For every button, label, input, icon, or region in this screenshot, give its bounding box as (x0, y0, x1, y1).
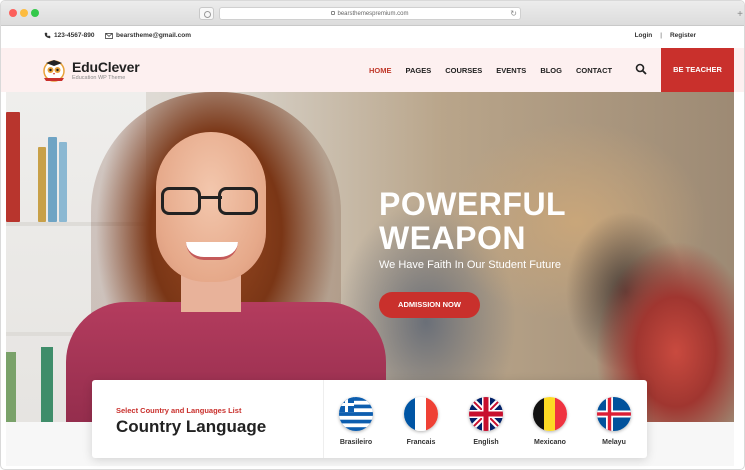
nav-contact[interactable]: CONTACT (576, 66, 612, 75)
language-melayu[interactable]: Melayu (584, 439, 644, 446)
site-header: EduClever Education WP Theme HOME PAGES … (1, 48, 744, 92)
phone-icon (44, 32, 51, 39)
hero-subtitle: We Have Faith In Our Student Future (379, 259, 561, 271)
logo-tagline: Education WP Theme (72, 75, 126, 81)
contact-topbar: 123-4567-890 bearstheme@gmail.com Login … (1, 26, 744, 48)
greece-flag-icon[interactable] (339, 397, 373, 431)
new-tab-icon[interactable]: + (737, 9, 743, 21)
language-card-title: Country Language (116, 417, 267, 436)
main-nav: HOME PAGES COURSES EVENTS BLOG CONTACT (369, 66, 612, 75)
hero-title-line2: WEAPON (379, 220, 526, 256)
account-separator: | (660, 32, 662, 39)
phone-contact[interactable]: 123-4567-890 (44, 32, 94, 39)
search-icon[interactable] (635, 63, 647, 75)
hero-banner: POWERFUL WEAPON We Have Faith In Our Stu… (6, 92, 734, 422)
phone-number: 123-4567-890 (54, 32, 95, 39)
browser-toolbar: bearsthemespremium.com ↻ + (1, 1, 744, 26)
mail-icon (105, 32, 113, 39)
language-selector-card: Select Country and Languages List Countr… (92, 380, 647, 458)
reload-icon[interactable]: ↻ (510, 8, 517, 20)
logo-name[interactable]: EduClever (72, 59, 140, 75)
email-contact[interactable]: bearstheme@gmail.com (105, 32, 191, 39)
account-links: Login | Register (635, 32, 696, 39)
language-english[interactable]: English (456, 439, 516, 446)
belgium-flag-icon[interactable] (533, 397, 567, 431)
uk-flag-icon[interactable] (469, 397, 503, 431)
lock-icon (331, 11, 336, 16)
close-window-button[interactable] (9, 9, 17, 17)
language-mexicano[interactable]: Mexicano (520, 439, 580, 446)
nav-blog[interactable]: BLOG (540, 66, 562, 75)
hero-title: POWERFUL WEAPON (379, 187, 566, 255)
nav-home[interactable]: HOME (369, 66, 392, 75)
address-bar[interactable]: bearsthemespremium.com ↻ (219, 7, 521, 20)
privacy-shield-icon[interactable] (199, 7, 214, 20)
maximize-window-button[interactable] (31, 9, 39, 17)
nav-courses[interactable]: COURSES (445, 66, 482, 75)
nav-events[interactable]: EVENTS (496, 66, 526, 75)
login-link[interactable]: Login (635, 32, 653, 39)
nav-pages[interactable]: PAGES (406, 66, 432, 75)
language-card-label: Select Country and Languages List (116, 406, 242, 415)
language-francais[interactable]: Francais (391, 439, 451, 446)
hero-title-line1: POWERFUL (379, 186, 567, 222)
divider (323, 380, 324, 458)
language-brasileiro[interactable]: Brasileiro (326, 439, 386, 446)
admission-now-button[interactable]: ADMISSION NOW (379, 292, 480, 318)
iceland-flag-icon[interactable] (597, 397, 631, 431)
be-teacher-button[interactable]: BE TEACHER (661, 48, 734, 92)
register-link[interactable]: Register (670, 32, 696, 39)
logo-owl-icon[interactable] (42, 58, 66, 82)
france-flag-icon[interactable] (404, 397, 438, 431)
minimize-window-button[interactable] (20, 9, 28, 17)
browser-window: bearsthemespremium.com ↻ + 123-4567-890 … (0, 0, 745, 470)
url-text: bearsthemespremium.com (337, 11, 409, 17)
email-address: bearstheme@gmail.com (116, 32, 191, 39)
